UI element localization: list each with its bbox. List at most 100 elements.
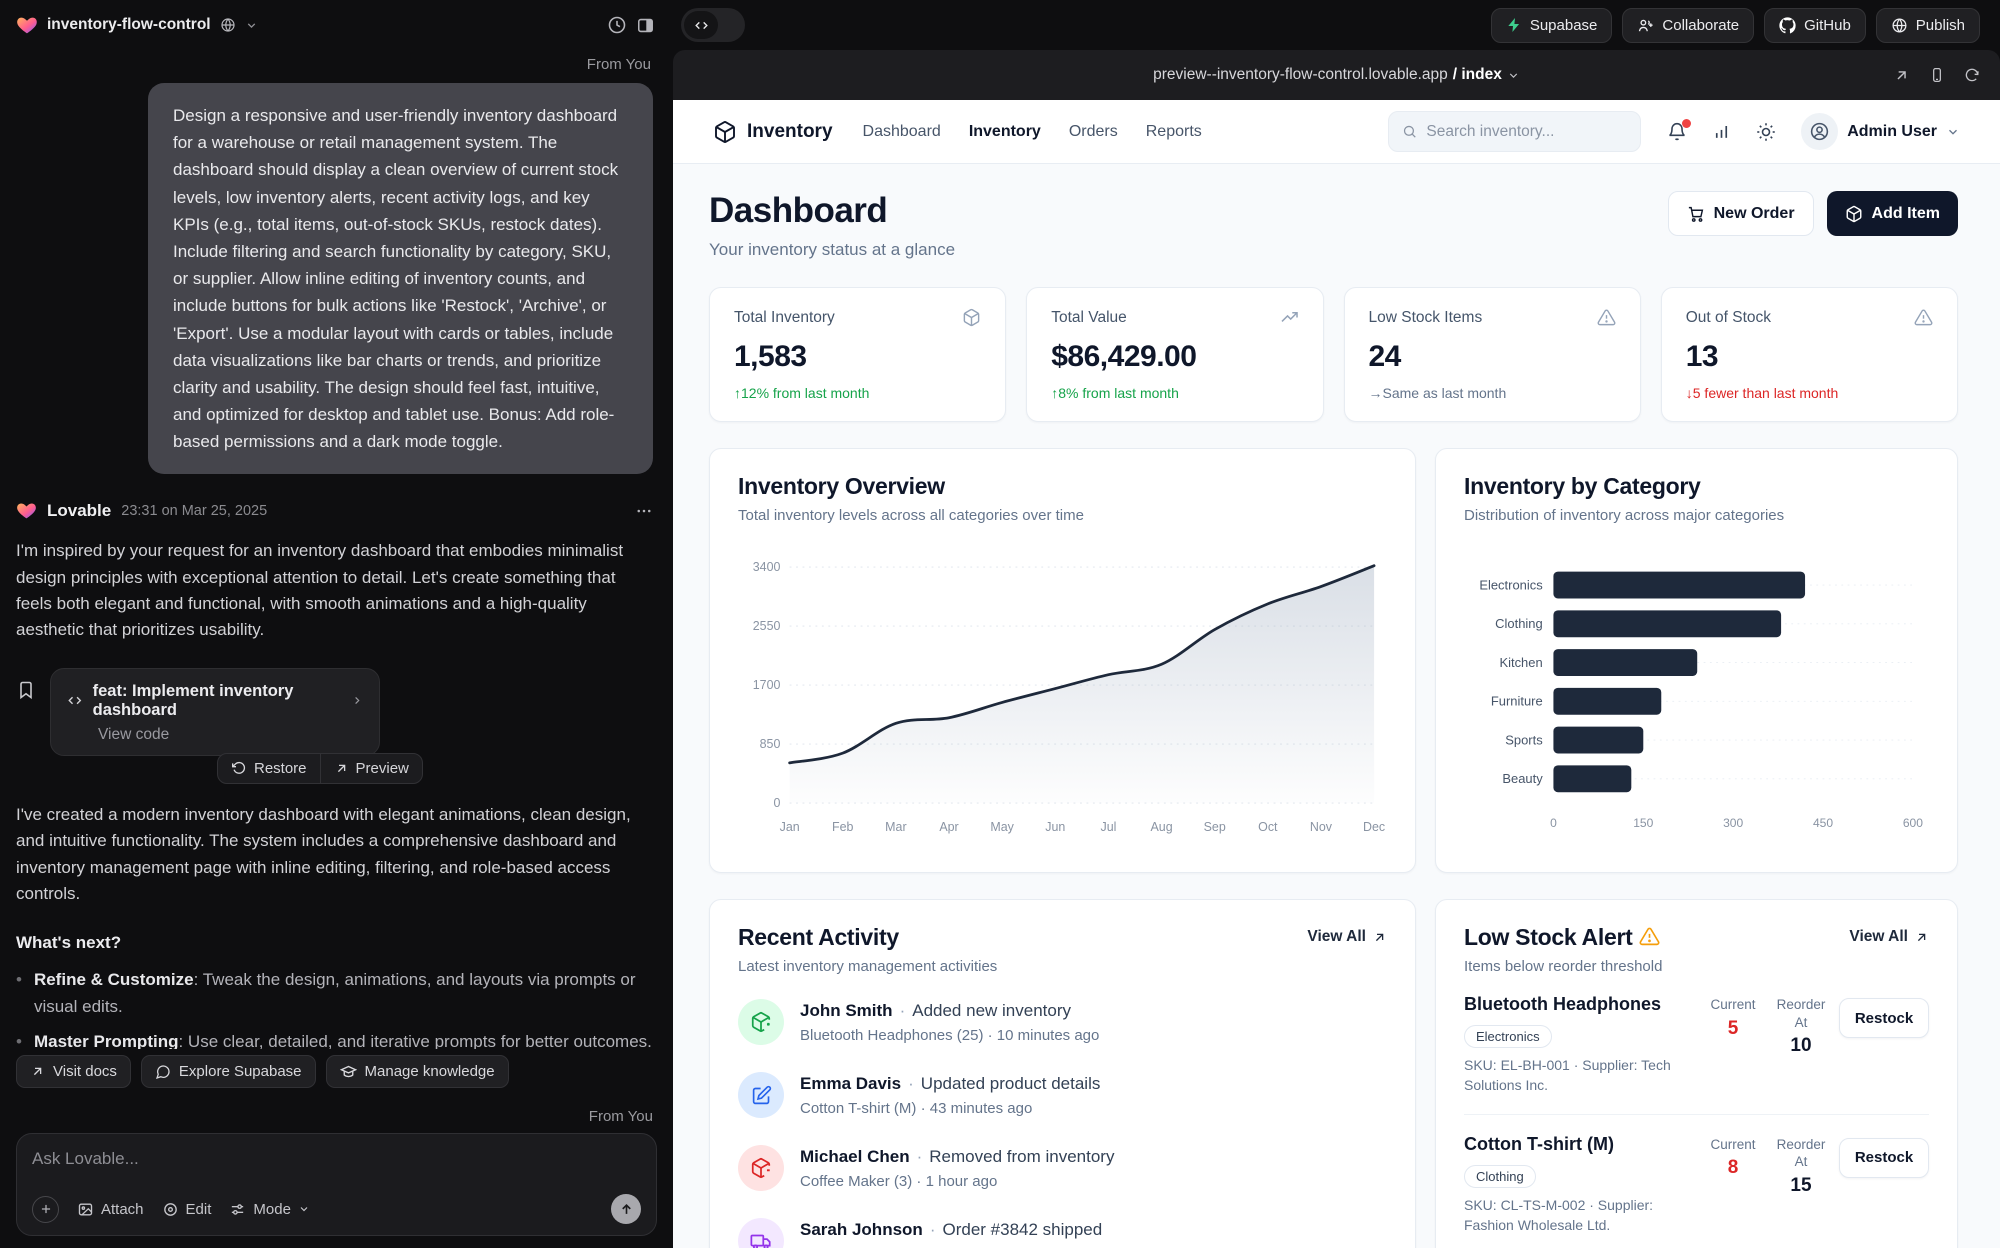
category-badge: Electronics: [1464, 1025, 1552, 1048]
workspace-toolbar: Supabase Collaborate GitHub Publish: [673, 0, 2000, 50]
svg-text:0: 0: [773, 796, 780, 810]
collaborate-button[interactable]: Collaborate: [1622, 8, 1754, 43]
attach-button[interactable]: Attach: [77, 1201, 144, 1218]
svg-text:450: 450: [1813, 816, 1833, 830]
github-icon: [1779, 17, 1796, 34]
more-options-icon[interactable]: [635, 502, 653, 520]
image-icon: [77, 1201, 94, 1218]
search-box[interactable]: [1388, 111, 1641, 152]
category-badge: Clothing: [1464, 1165, 1536, 1188]
analytics-icon[interactable]: [1712, 122, 1731, 141]
edit-icon: [738, 1072, 784, 1118]
list-item: •Master Prompting: Use clear, detailed, …: [16, 1029, 653, 1049]
code-preview-toggle[interactable]: [681, 8, 745, 42]
arrow-up-right-icon: [1372, 930, 1387, 945]
commit-title: feat: Implement inventory dashboard: [93, 682, 331, 720]
preview-url[interactable]: preview--inventory-flow-control.lovable.…: [1153, 66, 1448, 84]
svg-text:1700: 1700: [753, 678, 781, 692]
new-order-button[interactable]: New Order: [1668, 191, 1814, 236]
chart-subtitle: Total inventory levels across all catego…: [738, 507, 1387, 524]
preview-window: preview--inventory-flow-control.lovable.…: [673, 50, 2000, 1248]
svg-text:Sports: Sports: [1505, 733, 1543, 748]
mode-selector[interactable]: Mode: [229, 1201, 310, 1218]
plus-icon: [39, 1202, 53, 1216]
nav-reports[interactable]: Reports: [1146, 123, 1202, 141]
supabase-button[interactable]: Supabase: [1491, 8, 1613, 43]
refresh-icon[interactable]: [1964, 67, 1980, 83]
open-external-icon[interactable]: [1893, 67, 1910, 84]
view-all-low-stock-link[interactable]: View All: [1849, 928, 1929, 946]
list-item: •Refine & Customize: Tweak the design, a…: [16, 967, 653, 1020]
restock-button[interactable]: Restock: [1839, 998, 1929, 1038]
view-all-activity-link[interactable]: View All: [1307, 928, 1387, 946]
preview-path[interactable]: / index: [1453, 66, 1502, 84]
assistant-summary: I've created a modern inventory dashboar…: [16, 802, 653, 907]
restore-button[interactable]: Restore: [218, 754, 320, 783]
section-subtitle: Items below reorder threshold: [1464, 958, 1662, 975]
chevron-down-icon[interactable]: [1507, 69, 1520, 82]
add-item-button[interactable]: Add Item: [1827, 191, 1958, 236]
arrow-up-icon: [619, 1202, 634, 1217]
assistant-message-header: Lovable 23:31 on Mar 25, 2025: [16, 500, 653, 521]
kpi-total-inventory: Total Inventory 1,583 ↑12% from last mon…: [709, 287, 1006, 422]
theme-toggle-sun-icon[interactable]: [1756, 122, 1776, 142]
dashboard-page: Dashboard Your inventory status at a gla…: [673, 164, 2000, 1248]
chat-input-box[interactable]: Ask Lovable... Attach: [16, 1133, 657, 1236]
notification-dot: [1682, 119, 1691, 128]
svg-text:Aug: Aug: [1150, 820, 1172, 834]
edit-button[interactable]: Edit: [162, 1201, 212, 1218]
nav-orders[interactable]: Orders: [1069, 123, 1118, 141]
restock-button[interactable]: Restock: [1839, 1138, 1929, 1178]
inventory-app: Inventory Dashboard Inventory Orders Rep…: [673, 100, 2000, 1248]
alert-triangle-icon: [1639, 926, 1660, 947]
manage-knowledge-button[interactable]: Manage knowledge: [326, 1055, 509, 1088]
svg-text:Jan: Jan: [780, 820, 800, 834]
chat-footer: Visit docs Explore Supabase Manage knowl…: [0, 1049, 673, 1248]
chevron-down-icon[interactable]: [245, 19, 258, 32]
kpi-total-value: Total Value $86,429.00 ↑8% from last mon…: [1026, 287, 1323, 422]
low-stock-row: Bluetooth Headphones Electronics SKU: EL…: [1464, 975, 1929, 1115]
activity-row: Sarah Johnson·Order #3842 shipped Desk L…: [738, 1218, 1387, 1248]
mobile-view-icon[interactable]: [1929, 67, 1945, 83]
target-icon: [162, 1201, 179, 1218]
preview-button[interactable]: Preview: [321, 754, 422, 783]
low-stock-alert-card: Low Stock Alert Items below reorder thre…: [1435, 899, 1958, 1248]
view-code-link[interactable]: View code: [98, 726, 363, 744]
bookmark-icon[interactable]: [16, 680, 36, 705]
message-circle-icon: [155, 1064, 171, 1080]
app-header: Inventory Dashboard Inventory Orders Rep…: [673, 100, 2000, 164]
svg-text:Apr: Apr: [939, 820, 958, 834]
user-menu[interactable]: Admin User: [1801, 113, 1960, 150]
activity-row: John Smith·Added new inventory Bluetooth…: [738, 999, 1387, 1045]
publish-button[interactable]: Publish: [1876, 8, 1980, 43]
app-brand[interactable]: Inventory: [713, 120, 833, 144]
page-title: Dashboard: [709, 191, 955, 231]
user-name: Admin User: [1847, 123, 1937, 141]
graduation-cap-icon: [340, 1063, 357, 1080]
chat-input[interactable]: Ask Lovable...: [32, 1149, 641, 1169]
truck-icon: [738, 1218, 784, 1248]
globe-icon: [220, 17, 236, 33]
add-context-button[interactable]: [32, 1196, 59, 1223]
assistant-name: Lovable: [47, 501, 111, 521]
arrow-up-right-icon: [1914, 930, 1929, 945]
nav-inventory[interactable]: Inventory: [969, 123, 1041, 141]
code-icon: [694, 18, 709, 33]
visit-docs-button[interactable]: Visit docs: [16, 1055, 131, 1088]
section-title: Low Stock Alert: [1464, 924, 1662, 951]
search-input[interactable]: [1426, 123, 1627, 141]
project-name[interactable]: inventory-flow-control: [47, 16, 211, 34]
panel-layout-icon[interactable]: [636, 16, 655, 35]
arrow-up-right-icon: [334, 761, 349, 776]
notifications-bell-icon[interactable]: [1667, 122, 1687, 142]
history-icon[interactable]: [607, 15, 627, 35]
chat-panel: inventory-flow-control From You Desig: [0, 0, 673, 1248]
nav-dashboard[interactable]: Dashboard: [863, 123, 941, 141]
package-plus-icon: [738, 999, 784, 1045]
svg-text:Electronics: Electronics: [1479, 578, 1543, 593]
code-change-row: feat: Implement inventory dashboard View…: [16, 668, 653, 756]
code-commit-card[interactable]: feat: Implement inventory dashboard View…: [50, 668, 380, 756]
send-button[interactable]: [611, 1194, 641, 1224]
explore-supabase-button[interactable]: Explore Supabase: [141, 1055, 316, 1088]
github-button[interactable]: GitHub: [1764, 8, 1866, 43]
